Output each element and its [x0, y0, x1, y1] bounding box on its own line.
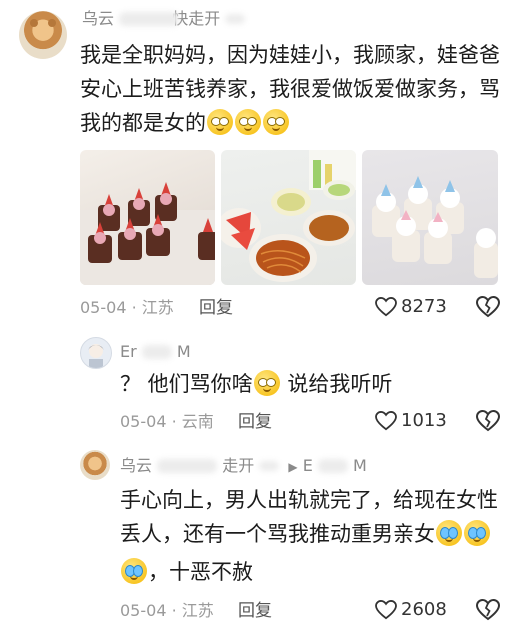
reply-text-part-1: ？ 他们骂你啥 — [120, 372, 253, 396]
reply-line-2: 丢人，还有一个骂我推动重男亲女 — [120, 517, 515, 551]
username[interactable]: Er — [120, 342, 137, 361]
tears-of-joy-emoji-icon — [436, 520, 462, 546]
cakes-illustration — [80, 182, 215, 285]
broken-heart-icon — [475, 598, 501, 621]
reply-header: 乌云 走开 ▶ E M — [120, 456, 367, 476]
photo-dessert-cakes[interactable] — [80, 150, 215, 285]
reply-to-username[interactable]: E — [303, 456, 313, 475]
username-redacted — [119, 12, 180, 26]
smile-emoji-icon — [207, 109, 233, 135]
comment-line-2: 安心上班苦钱养家，我很爱做饭爱做家务，骂 — [80, 77, 500, 101]
dislike-button[interactable] — [475, 295, 501, 318]
avatar[interactable] — [19, 11, 67, 59]
reply-line-3-text: ，十恶不赦 — [148, 560, 253, 584]
reply-date-location: 05-04 · 江苏 — [120, 601, 214, 620]
comment-header: 乌云 快走开 — [82, 9, 382, 31]
reply-line-3: ，十恶不赦 — [120, 555, 515, 589]
photo-home-dinner[interactable] — [221, 150, 356, 285]
comment-text[interactable]: 我是全职妈妈，因为娃娃小，我顾家，娃爸爸 安心上班苦钱养家，我很爱做饭爱做家务，… — [80, 38, 510, 140]
avatar[interactable] — [80, 450, 110, 480]
anime-avatar-illustration — [88, 344, 104, 368]
heart-icon — [375, 600, 397, 620]
like-button[interactable]: 2608 — [375, 598, 447, 622]
heart-icon — [375, 411, 397, 431]
reply-text[interactable]: 手心向上，男人出轨就完了，给现在女性 丢人，还有一个骂我推动重男亲女 ，十恶不赦 — [120, 483, 515, 589]
reply-button[interactable]: 回复 — [238, 601, 272, 621]
username-tail: 快走开 — [172, 9, 221, 28]
reply-arrow-icon: ▶ — [288, 460, 298, 474]
reply-line-2-text: 丢人，还有一个骂我推动重男亲女 — [120, 522, 435, 546]
reply-to-tail: M — [353, 456, 367, 475]
username-tail: M — [176, 342, 191, 361]
like-count: 1013 — [401, 410, 447, 431]
username[interactable]: 乌云 — [82, 9, 114, 28]
photo-cupcakes[interactable] — [362, 150, 498, 285]
reply-text-part-2: 说给我听听 — [280, 372, 393, 396]
reply-button[interactable]: 回复 — [238, 412, 272, 432]
broken-heart-icon — [475, 409, 501, 432]
username[interactable]: 乌云 — [120, 456, 152, 475]
tears-of-joy-emoji-icon — [121, 558, 147, 584]
avatar[interactable] — [80, 337, 112, 369]
tears-of-joy-emoji-icon — [464, 520, 490, 546]
smile-emoji-icon — [235, 109, 261, 135]
comment-line-3: 我的都是女的 — [80, 106, 510, 140]
like-button[interactable]: 1013 — [375, 409, 447, 433]
username-redacted — [157, 459, 218, 473]
reply-header: Er M — [120, 342, 191, 362]
reply-line-1: 手心向上，男人出轨就完了，给现在女性 — [120, 488, 498, 512]
reply-to-redacted — [317, 459, 348, 473]
smile-emoji-icon — [253, 370, 280, 396]
like-count: 2608 — [401, 599, 447, 620]
dinner-illustration — [221, 150, 356, 282]
username-redacted-2 — [225, 14, 246, 24]
username-tail: 走开 — [222, 456, 255, 475]
dislike-button[interactable] — [475, 409, 501, 432]
dislike-button[interactable] — [475, 598, 501, 621]
like-button[interactable]: 8273 — [375, 295, 447, 319]
comment-line-1: 我是全职妈妈，因为娃娃小，我顾家，娃爸爸 — [80, 43, 500, 67]
comment-line-3-text: 我的都是女的 — [80, 111, 206, 135]
username-redacted — [141, 345, 172, 359]
like-count: 8273 — [401, 296, 447, 317]
reply-button[interactable]: 回复 — [199, 298, 233, 318]
reply-text[interactable]: ？ 他们骂你啥 说给我听听 — [120, 367, 500, 401]
heart-icon — [375, 297, 397, 317]
cupcakes-illustration — [372, 176, 498, 278]
comment-date-location: 05-04 · 江苏 — [80, 298, 174, 317]
smile-emoji-icon — [263, 109, 289, 135]
username-redacted-2 — [259, 461, 280, 471]
broken-heart-icon — [475, 295, 501, 318]
reply-date-location: 05-04 · 云南 — [120, 412, 214, 431]
